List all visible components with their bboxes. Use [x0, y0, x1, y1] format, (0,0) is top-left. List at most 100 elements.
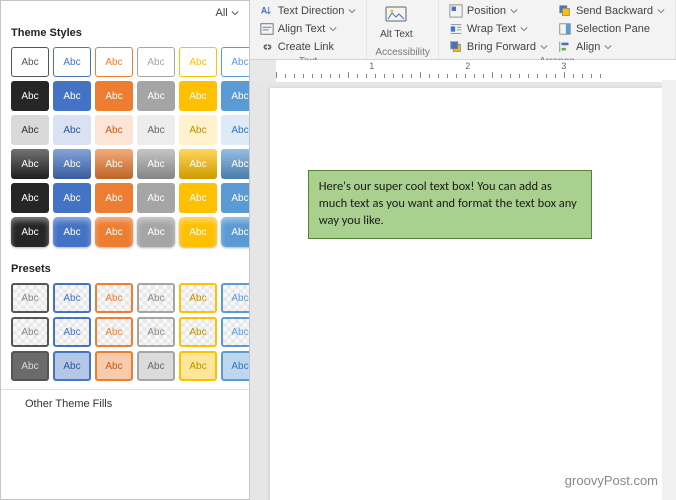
presets-header: Presets — [1, 257, 249, 283]
ribbon-group-accessibility-label: Accessibility — [375, 46, 429, 58]
preset-swatch[interactable]: Abc — [53, 317, 91, 347]
text-direction-button[interactable]: A Text Direction — [258, 3, 359, 19]
watermark: groovyPost.com — [565, 473, 658, 488]
style-swatch[interactable]: Abc — [179, 217, 217, 247]
align-text-button[interactable]: Align Text — [258, 21, 359, 37]
chevron-down-icon — [348, 7, 356, 15]
preset-swatch[interactable]: Abc — [137, 317, 175, 347]
align-icon — [558, 40, 572, 54]
style-swatch[interactable]: Abc — [95, 149, 133, 179]
send-backward-icon — [558, 4, 572, 18]
preset-swatch[interactable]: Abc — [53, 351, 91, 381]
preset-swatch[interactable]: Abc — [53, 283, 91, 313]
chevron-down-icon — [329, 25, 337, 33]
selection-pane-icon — [558, 22, 572, 36]
style-swatch[interactable]: Abc — [95, 47, 133, 77]
preset-swatch[interactable]: Abc — [95, 317, 133, 347]
preset-swatch[interactable]: Abc — [11, 351, 49, 381]
text-box-content: Here's our super cool text box! You can … — [319, 179, 577, 228]
document-area: A Text Direction Align Text Create Link … — [250, 0, 676, 500]
preset-swatch[interactable]: Abc — [221, 351, 250, 381]
style-swatch[interactable]: Abc — [137, 47, 175, 77]
style-swatch[interactable]: Abc — [137, 217, 175, 247]
text-direction-icon: A — [260, 4, 274, 18]
style-swatch[interactable]: Abc — [53, 47, 91, 77]
align-text-icon — [260, 22, 274, 36]
selection-pane-button[interactable]: Selection Pane — [556, 21, 667, 37]
style-swatch[interactable]: Abc — [221, 115, 250, 145]
theme-styles-header: Theme Styles — [1, 21, 249, 47]
style-swatch[interactable]: Abc — [95, 183, 133, 213]
text-box[interactable]: Here's our super cool text box! You can … — [308, 170, 592, 239]
bring-forward-button[interactable]: Bring Forward — [447, 39, 550, 55]
chevron-down-icon — [520, 25, 528, 33]
position-button[interactable]: Position — [447, 3, 550, 19]
style-swatch[interactable]: Abc — [179, 149, 217, 179]
style-swatch[interactable]: Abc — [53, 115, 91, 145]
align-button[interactable]: Align — [556, 39, 667, 55]
style-swatch[interactable]: Abc — [221, 81, 250, 111]
chevron-down-icon — [604, 43, 612, 51]
page-background: Here's our super cool text box! You can … — [250, 82, 676, 500]
horizontal-ruler[interactable]: 123 — [250, 60, 676, 82]
style-swatch[interactable]: Abc — [11, 115, 49, 145]
preset-swatch[interactable]: Abc — [95, 283, 133, 313]
preset-swatch[interactable]: Abc — [179, 351, 217, 381]
preset-swatch[interactable]: Abc — [95, 351, 133, 381]
preset-swatch[interactable]: Abc — [179, 317, 217, 347]
style-swatch[interactable]: Abc — [53, 217, 91, 247]
style-swatch[interactable]: Abc — [221, 47, 250, 77]
alt-text-button[interactable]: Alt Text — [375, 3, 417, 40]
chevron-down-icon — [540, 43, 548, 51]
wrap-text-icon — [449, 22, 463, 36]
style-swatch[interactable]: Abc — [179, 47, 217, 77]
chevron-down-icon — [231, 9, 239, 17]
style-swatch[interactable]: Abc — [179, 81, 217, 111]
create-link-button[interactable]: Create Link — [258, 39, 359, 55]
chevron-down-icon — [510, 7, 518, 15]
style-swatch[interactable]: Abc — [95, 217, 133, 247]
all-filter-dropdown[interactable]: All — [216, 7, 239, 19]
style-swatch[interactable]: Abc — [11, 183, 49, 213]
style-swatch[interactable]: Abc — [137, 183, 175, 213]
shape-styles-panel: All Theme Styles AbcAbcAbcAbcAbcAbcAbcAb… — [0, 0, 250, 500]
style-swatch[interactable]: Abc — [11, 149, 49, 179]
style-swatch[interactable]: Abc — [137, 81, 175, 111]
vertical-scrollbar[interactable] — [662, 80, 676, 500]
style-swatch[interactable]: Abc — [221, 149, 250, 179]
style-swatch[interactable]: Abc — [137, 149, 175, 179]
style-swatch[interactable]: Abc — [95, 115, 133, 145]
preset-swatch[interactable]: Abc — [179, 283, 217, 313]
style-swatch[interactable]: Abc — [11, 81, 49, 111]
wrap-text-button[interactable]: Wrap Text — [447, 21, 550, 37]
svg-text:A: A — [261, 6, 268, 16]
style-swatch[interactable]: Abc — [221, 183, 250, 213]
style-swatch[interactable]: Abc — [53, 149, 91, 179]
other-theme-fills-menu[interactable]: Other Theme Fills — [1, 389, 249, 418]
preset-swatch[interactable]: Abc — [11, 317, 49, 347]
style-swatch[interactable]: Abc — [11, 47, 49, 77]
other-theme-fills-label: Other Theme Fills — [25, 398, 112, 410]
alt-text-icon — [384, 3, 408, 27]
preset-swatch[interactable]: Abc — [137, 283, 175, 313]
style-swatch[interactable]: Abc — [53, 81, 91, 111]
ribbon: A Text Direction Align Text Create Link … — [250, 0, 676, 60]
theme-styles-grid: AbcAbcAbcAbcAbcAbcAbcAbcAbcAbcAbcAbcAbcA… — [1, 47, 249, 257]
style-swatch[interactable]: Abc — [179, 115, 217, 145]
style-swatch[interactable]: Abc — [11, 217, 49, 247]
preset-swatch[interactable]: Abc — [221, 283, 250, 313]
style-swatch[interactable]: Abc — [221, 217, 250, 247]
preset-swatch[interactable]: Abc — [11, 283, 49, 313]
style-swatch[interactable]: Abc — [179, 183, 217, 213]
position-icon — [449, 4, 463, 18]
chevron-down-icon — [657, 7, 665, 15]
preset-swatch[interactable]: Abc — [137, 351, 175, 381]
style-swatch[interactable]: Abc — [137, 115, 175, 145]
link-icon — [260, 40, 274, 54]
style-swatch[interactable]: Abc — [95, 81, 133, 111]
document-page[interactable]: Here's our super cool text box! You can … — [270, 88, 676, 500]
style-swatch[interactable]: Abc — [53, 183, 91, 213]
send-backward-button[interactable]: Send Backward — [556, 3, 667, 19]
preset-swatch[interactable]: Abc — [221, 317, 250, 347]
presets-grid: AbcAbcAbcAbcAbcAbcAbcAbcAbcAbcAbcAbcAbcA… — [1, 283, 249, 389]
